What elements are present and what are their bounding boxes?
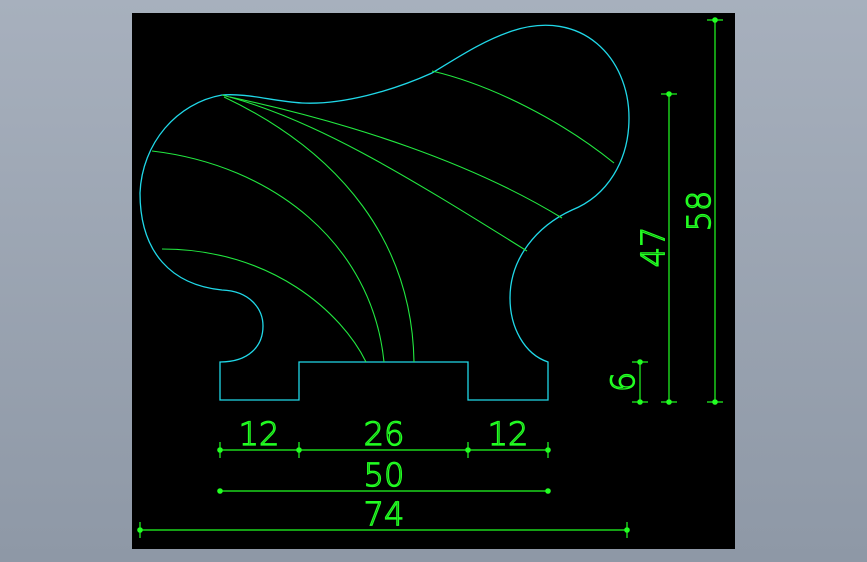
dim-node — [624, 527, 630, 533]
dim-node — [712, 17, 718, 23]
dim-text-base-height: 6 — [604, 372, 642, 392]
dim-text-base-left: 12 — [239, 415, 280, 453]
dim-node — [545, 488, 551, 494]
dim-node — [666, 399, 672, 405]
dim-text-outer-width: 74 — [364, 495, 405, 533]
dim-node — [545, 447, 551, 453]
grain-line-3 — [221, 94, 528, 252]
dim-text-overall-height: 58 — [680, 191, 718, 232]
dim-node — [217, 447, 223, 453]
dim-node — [637, 359, 643, 365]
grain-lines — [151, 70, 615, 363]
dim-node — [465, 447, 471, 453]
dim-node — [217, 488, 223, 494]
grain-line-5 — [151, 150, 385, 363]
dim-node — [666, 91, 672, 97]
dim-node — [137, 527, 143, 533]
grain-line-4 — [223, 96, 415, 363]
dim-text-profile-height: 47 — [634, 227, 672, 268]
profile-outline-path — [139, 24, 630, 401]
cad-viewport[interactable]: 12 26 12 50 74 58 47 6 — [132, 13, 735, 549]
dim-node — [712, 399, 718, 405]
profile-drawing: 12 26 12 50 74 58 47 6 — [137, 17, 723, 538]
grain-line-2 — [229, 96, 563, 219]
dim-node — [637, 399, 643, 405]
grain-line-6 — [161, 248, 367, 363]
grain-line-1 — [431, 70, 615, 164]
dim-node — [296, 447, 302, 453]
dim-text-base-center: 26 — [364, 415, 405, 453]
dim-text-base-width: 50 — [364, 456, 405, 494]
dim-text-base-right: 12 — [488, 415, 529, 453]
profile-outline — [139, 24, 630, 401]
